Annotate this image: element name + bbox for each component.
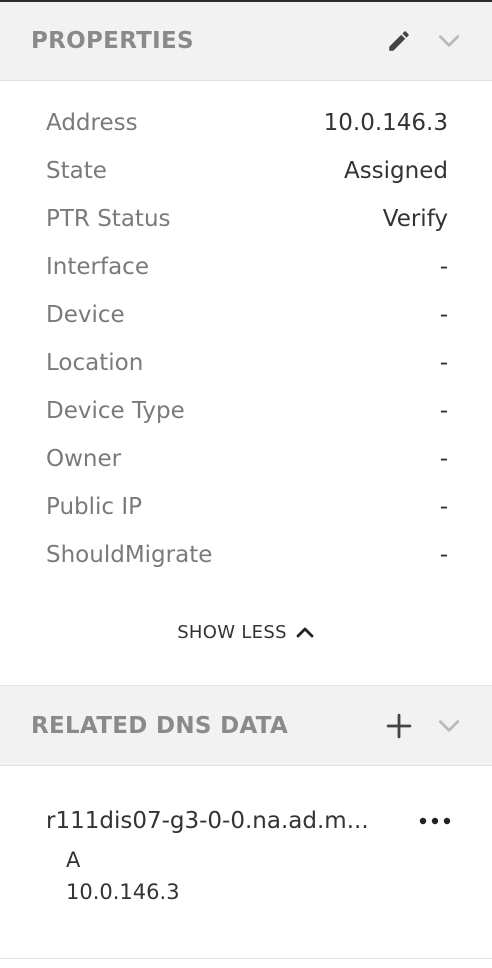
dns-record-name[interactable]: r111dis07-g3-0-0.na.ad.m... bbox=[46, 808, 369, 834]
property-row-public-ip: Public IP - bbox=[46, 483, 448, 531]
divider bbox=[0, 958, 492, 959]
dns-record-value: 10.0.146.3 bbox=[66, 880, 180, 904]
dns-header: RELATED DNS DATA bbox=[0, 686, 492, 766]
dns-record-type: A bbox=[66, 848, 81, 872]
property-value: - bbox=[439, 350, 448, 376]
property-row-state: State Assigned bbox=[46, 147, 448, 195]
property-label: Public IP bbox=[46, 494, 143, 520]
property-value: 10.0.146.3 bbox=[323, 110, 448, 136]
more-options-button[interactable] bbox=[418, 816, 452, 826]
property-label: ShouldMigrate bbox=[46, 542, 213, 568]
plus-icon bbox=[386, 713, 412, 738]
property-value: - bbox=[439, 302, 448, 328]
property-label: Device Type bbox=[46, 398, 185, 424]
property-value: - bbox=[439, 398, 448, 424]
property-row-device-type: Device Type - bbox=[46, 387, 448, 435]
property-label: Owner bbox=[46, 446, 122, 472]
property-value: - bbox=[439, 254, 448, 280]
pencil-icon bbox=[389, 31, 409, 51]
properties-header: PROPERTIES bbox=[0, 2, 492, 81]
chevron-down-icon bbox=[438, 719, 460, 732]
property-row-address: Address 10.0.146.3 bbox=[46, 99, 448, 147]
property-label: Device bbox=[46, 302, 125, 328]
chevron-up-icon bbox=[296, 627, 314, 638]
property-value: - bbox=[439, 542, 448, 568]
add-dns-button[interactable] bbox=[382, 709, 416, 743]
property-label: PTR Status bbox=[46, 206, 171, 232]
chevron-down-icon bbox=[438, 35, 460, 47]
property-row-owner: Owner - bbox=[46, 435, 448, 483]
property-label: Location bbox=[46, 350, 144, 376]
property-row-should-migrate: ShouldMigrate - bbox=[46, 531, 448, 579]
property-row-location: Location - bbox=[46, 339, 448, 387]
more-icon bbox=[419, 817, 451, 825]
property-row-ptr-status: PTR Status Verify bbox=[46, 195, 448, 243]
properties-list: Address 10.0.146.3 State Assigned PTR St… bbox=[0, 81, 492, 579]
dns-title: RELATED DNS DATA bbox=[31, 712, 289, 739]
dns-collapse-button[interactable] bbox=[432, 709, 466, 743]
show-less-button[interactable]: SHOW LESS bbox=[0, 579, 492, 686]
properties-collapse-button[interactable] bbox=[432, 24, 466, 58]
property-row-device: Device - bbox=[46, 291, 448, 339]
edit-button[interactable] bbox=[382, 24, 416, 58]
property-value: - bbox=[439, 494, 448, 520]
show-less-label: SHOW LESS bbox=[177, 621, 287, 643]
properties-title: PROPERTIES bbox=[31, 28, 194, 54]
dns-record: r111dis07-g3-0-0.na.ad.m... A 10.0.146.3 bbox=[0, 766, 492, 908]
property-label: State bbox=[46, 158, 107, 184]
property-label: Address bbox=[46, 110, 138, 136]
property-value: Verify bbox=[382, 206, 448, 232]
property-row-interface: Interface - bbox=[46, 243, 448, 291]
property-value: Assigned bbox=[343, 158, 448, 184]
property-label: Interface bbox=[46, 254, 149, 280]
property-value: - bbox=[439, 446, 448, 472]
